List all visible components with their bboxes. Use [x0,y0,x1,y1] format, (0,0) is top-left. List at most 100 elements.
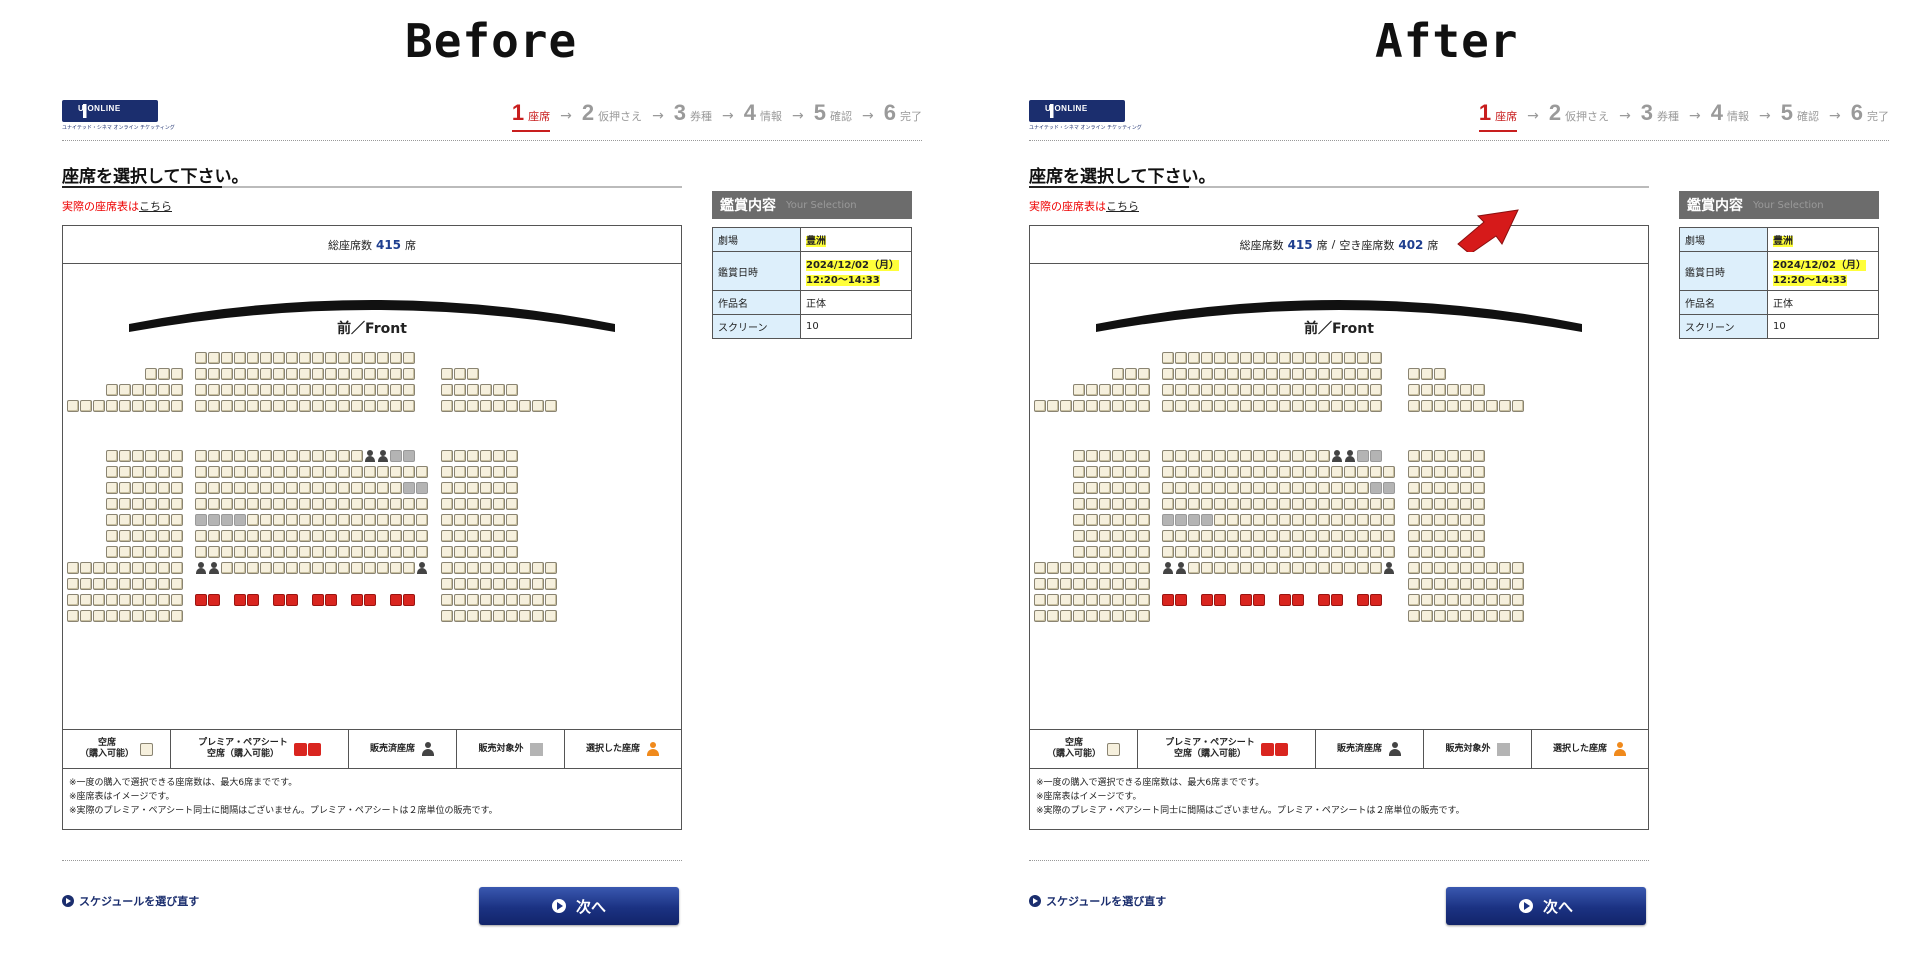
seat[interactable] [1447,450,1459,462]
seat[interactable] [195,400,207,412]
seat[interactable] [1073,578,1085,590]
seat[interactable] [1447,384,1459,396]
seat[interactable] [1125,368,1137,380]
seat[interactable] [1125,466,1137,478]
seat[interactable] [1034,562,1046,574]
seat[interactable] [1279,384,1291,396]
seat[interactable] [1421,466,1433,478]
seat[interactable] [247,482,259,494]
seat[interactable] [1086,514,1098,526]
seat[interactable] [260,368,272,380]
seat[interactable] [1421,368,1433,380]
seat[interactable] [247,400,259,412]
seat[interactable] [532,594,544,606]
seat[interactable] [1370,530,1382,542]
seat[interactable] [493,530,505,542]
seat[interactable] [67,578,79,590]
premium-seat[interactable] [1357,594,1369,606]
seat[interactable] [93,578,105,590]
seat[interactable] [1447,498,1459,510]
seat[interactable] [1305,450,1317,462]
seat[interactable] [1188,400,1200,412]
seat[interactable] [1318,400,1330,412]
seat[interactable] [1305,482,1317,494]
seat[interactable] [312,482,324,494]
seat[interactable] [171,384,183,396]
seat[interactable] [506,400,518,412]
seat[interactable] [171,498,183,510]
seat[interactable] [1292,466,1304,478]
seat[interactable] [377,530,389,542]
seat[interactable] [1227,368,1239,380]
seat[interactable] [1331,400,1343,412]
seat[interactable] [1086,400,1098,412]
seat[interactable] [1318,530,1330,542]
seat[interactable] [67,400,79,412]
seat[interactable] [403,562,415,574]
seat[interactable] [377,514,389,526]
seat[interactable] [1473,594,1485,606]
seat[interactable] [145,482,157,494]
seat[interactable] [493,400,505,412]
seat[interactable] [132,530,144,542]
seat[interactable] [1112,450,1124,462]
seat[interactable] [1214,466,1226,478]
seat[interactable] [1253,352,1265,364]
seat[interactable] [1175,530,1187,542]
seat[interactable] [1034,594,1046,606]
premium-seat[interactable] [1370,594,1382,606]
seat[interactable] [1370,384,1382,396]
premium-seat[interactable] [364,594,376,606]
seat[interactable] [106,530,118,542]
seat[interactable] [158,384,170,396]
seat[interactable] [1421,610,1433,622]
seat[interactable] [273,368,285,380]
seat[interactable] [1175,368,1187,380]
seat[interactable] [441,610,453,622]
seat[interactable] [260,514,272,526]
premium-seat[interactable] [1175,594,1187,606]
seat[interactable] [1240,482,1252,494]
seat[interactable] [506,594,518,606]
seat[interactable] [106,400,118,412]
seat[interactable] [1240,368,1252,380]
seat[interactable] [171,466,183,478]
seat[interactable] [480,562,492,574]
seat[interactable] [1331,384,1343,396]
seat[interactable] [93,562,105,574]
seat[interactable] [273,546,285,558]
seat[interactable] [1434,610,1446,622]
seat[interactable] [1227,450,1239,462]
seat[interactable] [441,578,453,590]
premium-seat[interactable] [1214,594,1226,606]
seat[interactable] [377,352,389,364]
seat[interactable] [1292,530,1304,542]
seat[interactable] [1305,352,1317,364]
seat[interactable] [119,466,131,478]
seat[interactable] [480,384,492,396]
seat[interactable] [158,400,170,412]
seat[interactable] [1240,546,1252,558]
seat[interactable] [1383,498,1395,510]
seat[interactable] [338,352,350,364]
seat[interactable] [132,400,144,412]
seat[interactable] [467,562,479,574]
seat[interactable] [1162,384,1174,396]
seat[interactable] [1473,610,1485,622]
seat[interactable] [506,610,518,622]
seat[interactable] [286,482,298,494]
seat[interactable] [454,482,466,494]
seat[interactable] [80,562,92,574]
seat[interactable] [260,530,272,542]
seat[interactable] [247,368,259,380]
seat[interactable] [260,384,272,396]
seat[interactable] [1460,562,1472,574]
seat[interactable] [1227,514,1239,526]
seat[interactable] [171,368,183,380]
seat[interactable] [1486,594,1498,606]
seat[interactable] [1434,384,1446,396]
seat[interactable] [221,482,233,494]
seat[interactable] [119,610,131,622]
seat[interactable] [1227,482,1239,494]
seat[interactable] [171,546,183,558]
